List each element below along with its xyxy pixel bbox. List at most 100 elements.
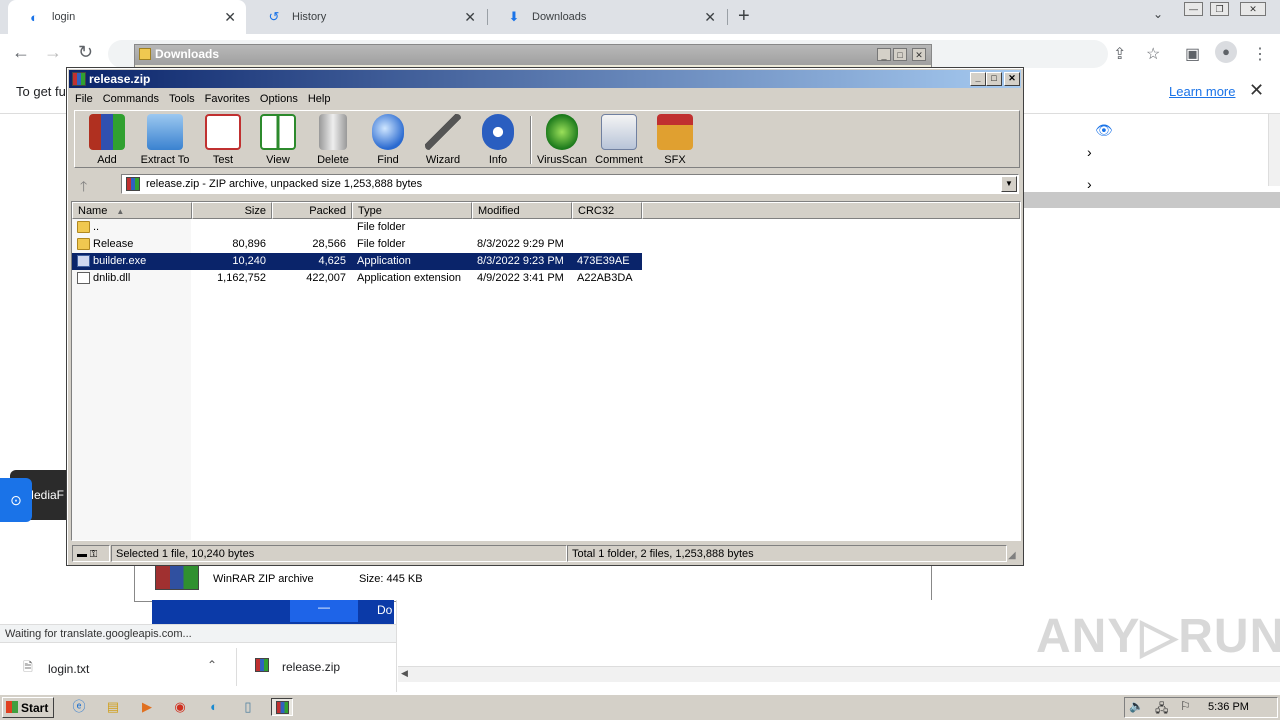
sfx-button[interactable]: SFX (647, 114, 703, 166)
tab-login[interactable]: ◐ login ✕ (8, 0, 246, 34)
column-label: CRC32 (578, 205, 615, 217)
column-header-size[interactable]: Size (192, 202, 272, 219)
dll-file-icon (77, 272, 90, 284)
menu-help[interactable]: Help (303, 93, 336, 105)
minimize-button[interactable]: _ (877, 48, 891, 61)
resize-grip-icon[interactable]: ◢ (1008, 550, 1016, 561)
extract-to-button[interactable]: Extract To (137, 114, 193, 166)
clock[interactable]: 5:36 PM (1208, 701, 1249, 713)
window-title-text: Downloads (155, 47, 220, 61)
restore-button[interactable]: ❐ (1210, 2, 1229, 16)
chevron-right-icon[interactable]: › (1087, 176, 1092, 192)
table-row[interactable]: dnlib.dll 1,162,752 422,007 Application … (72, 270, 642, 287)
menu-commands[interactable]: Commands (98, 93, 164, 105)
path-combobox[interactable]: release.zip - ZIP archive, unpacked size… (121, 174, 1019, 194)
test-button[interactable]: Test (195, 114, 251, 166)
eye-icon[interactable]: 👁 (1095, 122, 1113, 139)
drive-status-pane[interactable]: ▬ ⚿ (72, 545, 110, 562)
table-row-selected[interactable]: builder.exe 10,240 4,625 Application 8/3… (72, 253, 642, 270)
flag-icon[interactable]: ⚐ (1180, 699, 1191, 713)
close-window-button[interactable]: ✕ (1240, 2, 1266, 16)
download-item[interactable]: 🗎 login.txt (20, 658, 89, 679)
accessibility-icon[interactable]: ⊙ (0, 478, 32, 522)
column-header-packed[interactable]: Packed (272, 202, 352, 219)
tab-history[interactable]: ↺ History ✕ (248, 0, 486, 34)
horizontal-scrollbar[interactable]: ◀ (398, 666, 1280, 682)
close-icon[interactable]: ✕ (464, 9, 476, 26)
folder-icon (139, 48, 151, 60)
find-button[interactable]: Find (360, 114, 416, 166)
back-arrow-icon[interactable]: ← (12, 42, 30, 63)
reload-icon[interactable]: ↻ (78, 42, 93, 63)
page-scrollbar[interactable] (1268, 114, 1280, 186)
column-header-type[interactable]: Type (352, 202, 472, 219)
kebab-menu-icon[interactable]: ⋮ (1252, 44, 1268, 64)
minimize-button[interactable]: — (1184, 2, 1203, 16)
ie-icon[interactable]: ⓔ (68, 698, 90, 716)
new-tab-button[interactable]: + (738, 5, 750, 28)
file-crc: 473E39AE (577, 255, 630, 267)
test-clipboard-icon (205, 114, 241, 150)
file-name: .. (93, 221, 100, 233)
winrar-taskbar-icon[interactable] (271, 698, 293, 716)
column-header-name[interactable]: Name ▲ (72, 202, 192, 219)
chevron-right-icon[interactable]: › (1087, 144, 1092, 160)
menu-tools[interactable]: Tools (164, 93, 200, 105)
star-icon[interactable]: ☆ (1146, 44, 1160, 64)
minimize-button[interactable]: _ (970, 72, 986, 86)
close-icon[interactable]: ✕ (704, 9, 716, 26)
column-header-modified[interactable]: Modified (472, 202, 572, 219)
comment-button[interactable]: Comment (591, 114, 647, 166)
status-text: Selected 1 file, 10,240 bytes (116, 548, 255, 560)
chrome-icon[interactable]: ◉ (169, 698, 191, 716)
table-row[interactable]: .. File folder (72, 219, 642, 236)
anyrun-watermark: ANY▷RUN (1036, 610, 1280, 663)
winrar-titlebar[interactable]: release.zip (69, 70, 1021, 88)
start-button[interactable]: Start (2, 697, 54, 718)
close-window-button[interactable]: ✕ (912, 48, 926, 61)
maximize-button[interactable]: □ (893, 48, 907, 61)
add-button[interactable]: Add (79, 114, 135, 166)
learn-more-link[interactable]: Learn more (1169, 84, 1235, 99)
scroll-left-icon[interactable]: ◀ (401, 668, 408, 679)
chevron-down-icon[interactable]: ▼ (1001, 176, 1017, 192)
chevron-up-icon[interactable]: ⌃ (207, 658, 217, 672)
notepad-icon[interactable]: ▯ (237, 698, 259, 716)
up-arrow-icon[interactable]: 🡑 (80, 176, 87, 200)
menu-file[interactable]: File (70, 93, 98, 105)
magnifier-icon (372, 114, 404, 150)
maximize-button[interactable]: □ (986, 72, 1002, 86)
column-header-crc32[interactable]: CRC32 (572, 202, 642, 219)
network-icon[interactable]: 🖧 (1155, 699, 1168, 720)
menu-options[interactable]: Options (255, 93, 303, 105)
view-button[interactable]: View (250, 114, 306, 166)
path-text: release.zip - ZIP archive, unpacked size… (146, 178, 423, 190)
tab-downloads[interactable]: ⬇ Downloads ✕ (488, 0, 726, 34)
explorer-icon[interactable]: ▤ (102, 698, 124, 716)
profile-avatar[interactable]: ● (1215, 41, 1237, 63)
delete-button[interactable]: Delete (305, 114, 361, 166)
download-item[interactable]: release.zip (254, 658, 340, 675)
banner-button[interactable]: — (290, 600, 358, 622)
folder-up-icon (77, 221, 90, 233)
column-header-filler (642, 202, 1020, 219)
close-icon[interactable]: ✕ (1249, 80, 1264, 101)
share-icon[interactable]: ⇪ (1113, 44, 1126, 64)
info-button[interactable]: Info (470, 114, 526, 166)
file-name: Release (93, 238, 134, 250)
menu-favorites[interactable]: Favorites (200, 93, 255, 105)
close-icon[interactable]: ✕ (224, 9, 236, 26)
virusscan-button[interactable]: VirusScan (534, 114, 590, 166)
media-player-icon[interactable]: ▶ (136, 698, 158, 716)
table-row[interactable]: Release 80,896 28,566 File folder 8/3/20… (72, 236, 642, 253)
downloads-window-title[interactable]: Downloads (135, 45, 931, 65)
column-label: Modified (478, 205, 520, 217)
forward-arrow-icon[interactable]: → (44, 42, 62, 63)
volume-icon[interactable]: 🔈 (1129, 699, 1144, 713)
wizard-button[interactable]: Wizard (415, 114, 471, 166)
chevron-down-icon[interactable]: ⌄ (1153, 7, 1163, 21)
windows-logo-icon (6, 701, 18, 713)
edge-icon[interactable]: ◐ (203, 698, 225, 716)
side-panel-icon[interactable]: ▣ (1185, 44, 1200, 64)
close-window-button[interactable]: ✕ (1004, 72, 1020, 86)
